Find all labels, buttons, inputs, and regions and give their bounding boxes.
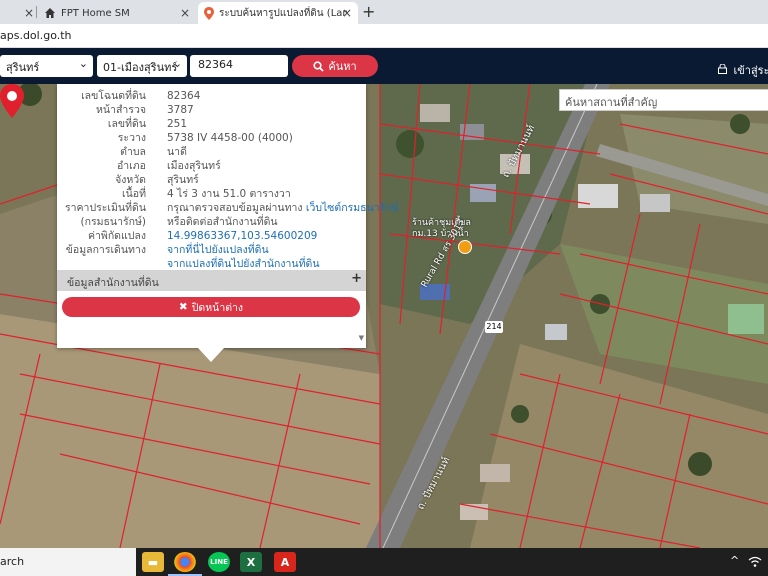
info-value: 5738 IV 4458-00 (4000) bbox=[167, 132, 293, 144]
place-search-input[interactable]: ค้นหาสถานที่สำคัญ bbox=[559, 89, 768, 111]
chrome-icon[interactable] bbox=[174, 552, 196, 572]
info-key: ราคาประเมินที่ดิน bbox=[64, 202, 146, 214]
close-button-label: ปิดหน้าต่าง bbox=[191, 301, 244, 314]
info-value: สุรินทร์ bbox=[167, 174, 199, 186]
browser-tab-bar: × FPT Home SM × ระบบค้นหารูปแปลงที่ดิน (… bbox=[0, 0, 768, 24]
login-link[interactable]: เข้าสู่ระบบ bbox=[718, 61, 768, 79]
excel-icon[interactable]: X bbox=[240, 552, 262, 572]
shop-icon[interactable] bbox=[458, 240, 472, 254]
url-text[interactable]: aps.dol.go.th bbox=[0, 29, 72, 42]
site-navbar: สุรินทร์ ⌄ 01-เมืองสุรินทร์ ⌄ 82364 ค้นห… bbox=[0, 48, 768, 84]
info-value: 3787 bbox=[167, 104, 194, 116]
scroll-down-arrow-icon[interactable]: ▼ bbox=[359, 334, 364, 342]
browser-tab-landsmaps[interactable]: ระบบค้นหารูปแปลงที่ดิน (LandsMaps) × bbox=[198, 2, 358, 24]
coordinates-link[interactable]: 14.99863367,103.54600209 bbox=[167, 230, 317, 243]
browser-tab-fpt[interactable]: FPT Home SM × bbox=[38, 2, 196, 24]
price-note: กรุณาตรวจสอบข้อมูลผ่านทาง bbox=[167, 202, 303, 214]
map-marker-icon[interactable] bbox=[0, 84, 24, 118]
tab-close-icon[interactable]: × bbox=[180, 6, 190, 20]
info-key: ตำบล bbox=[120, 146, 146, 158]
close-window-button[interactable]: ✖ ปิดหน้าต่าง bbox=[62, 297, 360, 317]
info-key: เนื้อที่ bbox=[122, 188, 146, 200]
lock-icon bbox=[718, 63, 727, 74]
wifi-icon[interactable] bbox=[748, 556, 762, 568]
home-icon bbox=[45, 8, 55, 18]
pdf-reader-icon[interactable]: A bbox=[274, 552, 296, 572]
chevron-down-icon: ⌄ bbox=[78, 57, 88, 70]
treasury-website-link[interactable]: เว็บไซต์กรมธนารักษ์ bbox=[306, 202, 399, 214]
info-key: ระวาง bbox=[117, 132, 146, 144]
info-key: (กรมธนารักษ์) bbox=[80, 216, 146, 228]
info-key: เลขที่ดิน bbox=[107, 118, 146, 130]
browser-tab[interactable]: × bbox=[0, 2, 40, 24]
directions-to-parcel-link[interactable]: จากที่นี่ไปยังแปลงที่ดิน bbox=[167, 244, 269, 257]
tab-divider bbox=[36, 6, 37, 18]
tab-close-icon[interactable]: × bbox=[342, 6, 352, 20]
close-icon: ✖ bbox=[178, 301, 188, 313]
province-select[interactable]: สุรินทร์ ⌄ bbox=[0, 55, 93, 77]
info-key: ข้อมูลการเดินทาง bbox=[65, 244, 146, 256]
line-app-icon[interactable]: LINE bbox=[208, 552, 230, 572]
info-key: ค่าพิกัดแปลง bbox=[87, 230, 146, 242]
section-title: ข้อมูลสำนักงานที่ดิน bbox=[67, 277, 159, 289]
district-value: 01-เมืองสุรินทร์ bbox=[103, 61, 178, 74]
address-bar[interactable]: aps.dol.go.th bbox=[0, 24, 768, 48]
info-key: อำเภอ bbox=[116, 160, 146, 172]
info-key: จังหวัด bbox=[115, 174, 146, 186]
chevron-down-icon: ⌄ bbox=[172, 57, 182, 70]
info-key: เลขโฉนดที่ดิน bbox=[81, 90, 146, 102]
land-office-section-header[interactable]: ข้อมูลสำนักงานที่ดิน + bbox=[57, 270, 366, 291]
info-value: กรุณาตรวจสอบข้อมูลผ่านทาง เว็บไซต์กรมธนา… bbox=[167, 202, 399, 215]
popup-pointer bbox=[198, 348, 224, 362]
info-value: 4 ไร่ 3 งาน 51.0 ตารางวา bbox=[167, 188, 291, 200]
tab-close-icon[interactable]: × bbox=[24, 6, 34, 20]
search-button[interactable]: ค้นหา bbox=[292, 55, 378, 77]
search-button-label: ค้นหา bbox=[328, 60, 357, 73]
search-icon bbox=[313, 60, 324, 72]
info-key: หน้าสำรวจ bbox=[96, 104, 146, 116]
district-select[interactable]: 01-เมืองสุรินทร์ ⌄ bbox=[97, 55, 187, 77]
new-tab-button[interactable]: + bbox=[362, 2, 375, 21]
login-label: เข้าสู่ระบบ bbox=[733, 64, 768, 77]
taskbar-search-text: arch bbox=[0, 555, 25, 568]
info-value: หรือติดต่อสำนักงานที่ดิน bbox=[167, 216, 278, 228]
road-shield: 214 bbox=[485, 321, 503, 333]
info-value: 82364 bbox=[167, 90, 201, 102]
file-explorer-icon[interactable]: ▬ bbox=[142, 552, 164, 572]
location-pin-icon bbox=[204, 6, 214, 20]
expand-plus-icon[interactable]: + bbox=[351, 271, 362, 286]
province-value: สุรินทร์ bbox=[6, 61, 40, 74]
os-taskbar: arch ▬ LINE X A ^ bbox=[0, 548, 768, 576]
info-value: นาดี bbox=[167, 146, 187, 158]
info-value: เมืองสุรินทร์ bbox=[167, 160, 221, 172]
info-value: 251 bbox=[167, 118, 188, 130]
tab-title: ระบบค้นหารูปแปลงที่ดิน (LandsMaps) bbox=[219, 7, 347, 19]
parcel-number-input[interactable]: 82364 bbox=[190, 55, 288, 77]
parcel-info-popup: เลขโฉนดที่ดิน 82364 หน้าสำรวจ 3787 เลขที่ด… bbox=[57, 84, 399, 348]
taskbar-search-box[interactable]: arch bbox=[0, 548, 136, 576]
tray-chevron-icon[interactable]: ^ bbox=[730, 554, 739, 567]
tab-title: FPT Home SM bbox=[61, 7, 130, 19]
